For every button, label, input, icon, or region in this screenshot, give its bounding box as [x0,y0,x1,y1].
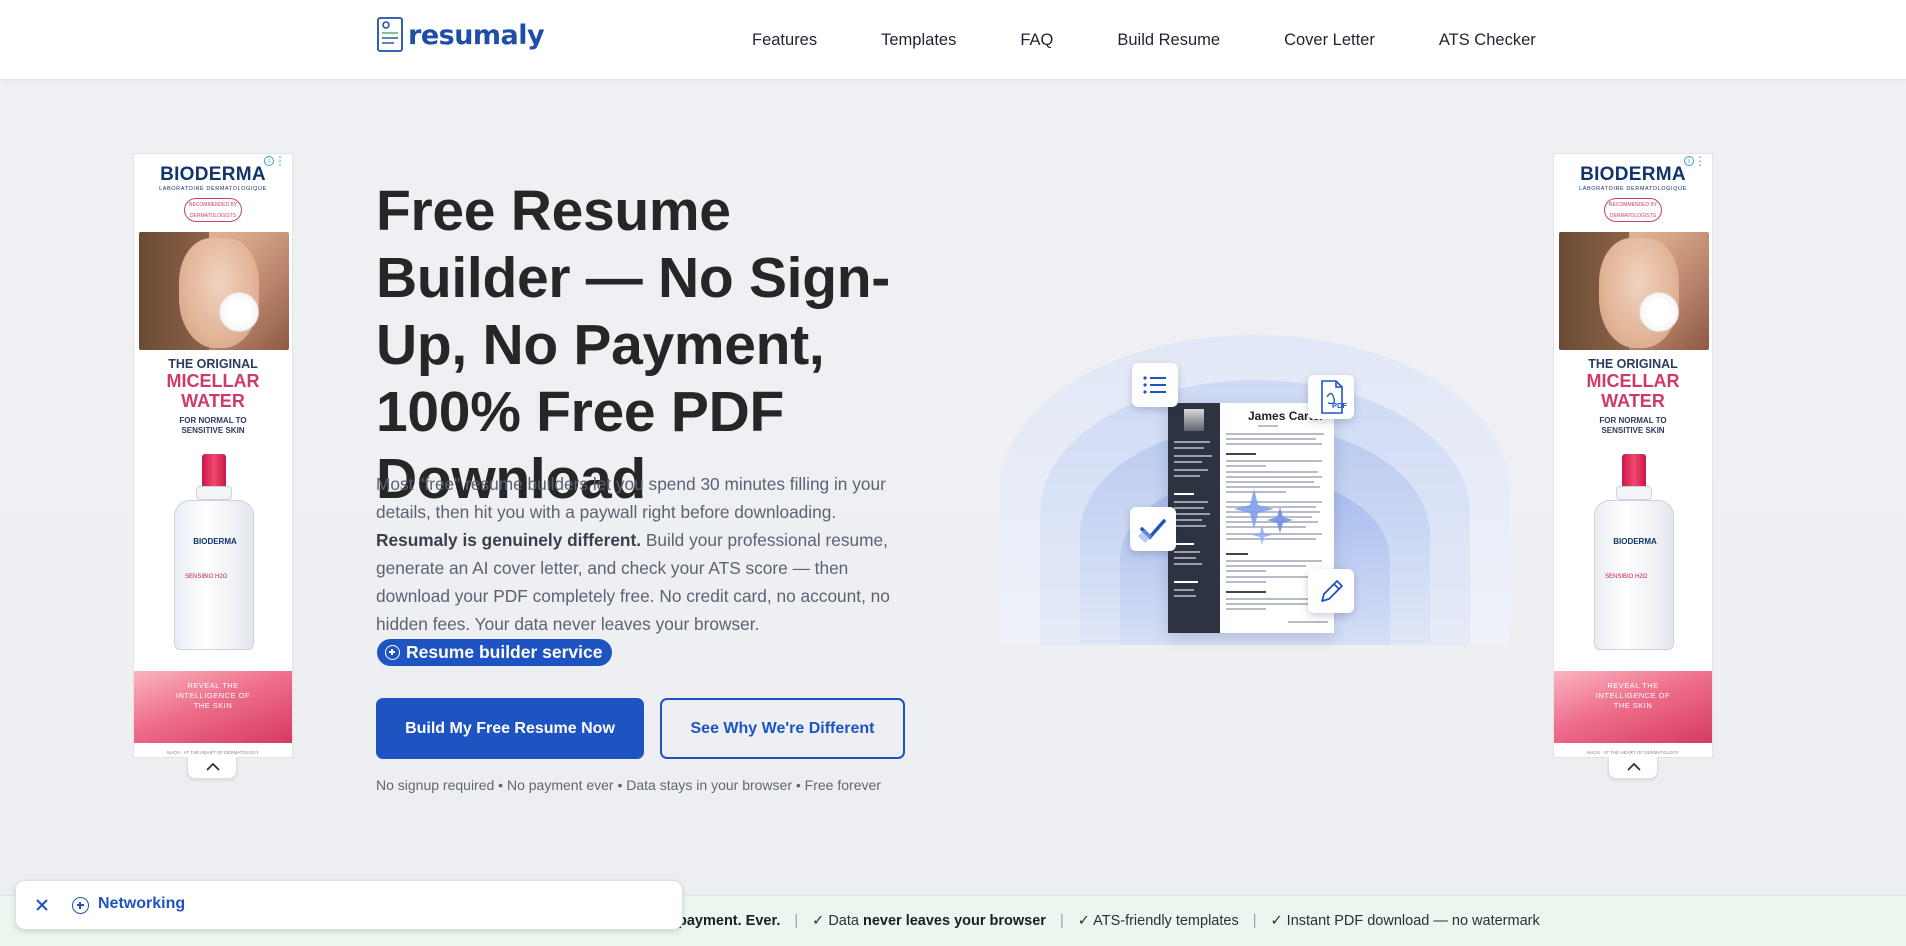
logo[interactable]: resumaly [376,16,545,54]
chevron-up-icon [206,762,220,771]
trust-separator: | [1059,913,1064,929]
ad-collapse-left[interactable] [187,757,237,779]
nav-templates[interactable]: Templates [881,31,956,50]
build-resume-button[interactable]: Build My Free Resume Now [376,698,644,759]
hero-desc-bold: Resumaly is genuinely different. [376,530,642,550]
trust-item-data-bold: never leaves your browser [862,913,1046,929]
plus-circle-icon [72,897,89,914]
hero-description: Most "free" resume builders let you spen… [376,470,916,638]
nav-faq[interactable]: FAQ [1020,31,1053,50]
ad-product-image: BIODERMA SENSIBIO H2O [1592,454,1676,650]
ad-collapse-right[interactable] [1608,757,1658,779]
ad-wave-text: REVEAL THE INTELLIGENCE OF THE SKIN [1595,681,1671,710]
ai-sparkle-icon [1234,489,1293,545]
trust-separator: | [794,913,799,929]
plus-circle-icon [385,645,400,660]
close-icon[interactable] [32,895,52,915]
ad-brand-sub: LABORATOIRE DERMATOLOGIQUE [1579,186,1687,192]
ad-badge: RECOMMENDED BY DERMATOLOGISTS [1604,198,1662,222]
ad-wave-banner: REVEAL THE INTELLIGENCE OF THE SKIN [134,671,292,743]
checkmark-tile [1130,507,1176,551]
list-tile [1132,363,1178,407]
hero-illustration: James Carter PDF [1000,325,1510,645]
ad-banner-left[interactable]: i ⋮ BIODERMA LABORATOIRE DERMATOLOGIQUE … [133,153,293,758]
pdf-tile: PDF [1308,375,1354,419]
bottle-brand: BIODERMA [193,537,237,546]
nav-ats-checker[interactable]: ATS Checker [1439,31,1536,50]
trust-separator: | [1252,913,1257,929]
trust-items: payment. Ever. | ✓ Data never leaves you… [678,913,1540,929]
see-why-different-button[interactable]: See Why We're Different [660,698,905,759]
hero-desc-part-1: Most "free" resume builders let you spen… [376,474,886,522]
ad-model-image [1559,232,1709,350]
resume-document-icon [377,17,403,52]
ad-headline-2: MICELLAR WATER [166,371,260,411]
ad-badge: RECOMMENDED BY DERMATOLOGISTS [184,198,242,222]
networking-toast: Networking [15,880,683,930]
ad-footer: NAOS · AT THE HEART OF DERMATOLOGY [1587,750,1679,755]
trust-item-data: ✓ Data never leaves your browser [812,913,1046,929]
pdf-label: PDF [1332,401,1347,410]
main-nav: Features Templates FAQ Build Resume Cove… [720,0,1568,80]
ad-headline-3: FOR NORMAL TO SENSITIVE SKIN [179,416,247,435]
resume-builder-service-chip[interactable]: Resume builder service [377,639,613,666]
ad-brand: BIODERMA [160,164,266,185]
bottle-product: SENSIBIO H2O [185,574,228,580]
ad-footer: NAOS · AT THE HEART OF DERMATOLOGY [167,750,259,755]
site-header: resumaly Features Templates FAQ Build Re… [0,0,1906,80]
ad-wave-banner: REVEAL THE INTELLIGENCE OF THE SKIN [1554,671,1712,743]
ad-brand-sub: LABORATOIRE DERMATOLOGIQUE [159,186,267,192]
list-icon [1143,376,1166,394]
nav-cover-letter[interactable]: Cover Letter [1284,31,1375,50]
logo-text: resumaly [408,19,545,51]
ad-banner-right[interactable]: i ⋮ BIODERMA LABORATOIRE DERMATOLOGIQUE … [1553,153,1713,758]
ad-headline-3: FOR NORMAL TO SENSITIVE SKIN [1599,416,1667,435]
ad-wave-text: REVEAL THE INTELLIGENCE OF THE SKIN [175,681,251,710]
pdf-file-icon [1321,380,1343,414]
ad-model-image [139,232,289,350]
ad-product-image: BIODERMA SENSIBIO H2O [172,454,256,650]
nav-build-resume[interactable]: Build Resume [1117,31,1220,50]
trust-item-ats: ✓ ATS-friendly templates [1077,913,1239,929]
hero-note: No signup required • No payment ever • D… [376,777,881,793]
resume-photo [1184,409,1204,431]
ad-headline-2: MICELLAR WATER [1586,371,1680,411]
edit-tile [1308,569,1354,613]
ad-headline-1: THE ORIGINAL [1588,357,1678,371]
trust-item-no-payment: payment. Ever. [678,913,781,929]
nav-features[interactable]: Features [752,31,817,50]
ad-brand: BIODERMA [1580,164,1686,185]
trust-item-data-prefix: ✓ Data [812,913,863,929]
trust-item-pdf: ✓ Instant PDF download — no watermark [1270,913,1540,929]
hero-title: Free Resume Builder — No Sign-Up, No Pay… [376,179,890,511]
bottle-product: SENSIBIO H2O [1605,574,1648,580]
pencil-icon [1321,580,1343,602]
check-icon [1137,519,1166,544]
chevron-up-icon [1627,762,1641,771]
ad-headline-1: THE ORIGINAL [168,357,258,371]
toast-label[interactable]: Networking [98,895,185,913]
bottle-brand: BIODERMA [1613,537,1657,546]
service-chip-label: Resume builder service [406,642,603,662]
